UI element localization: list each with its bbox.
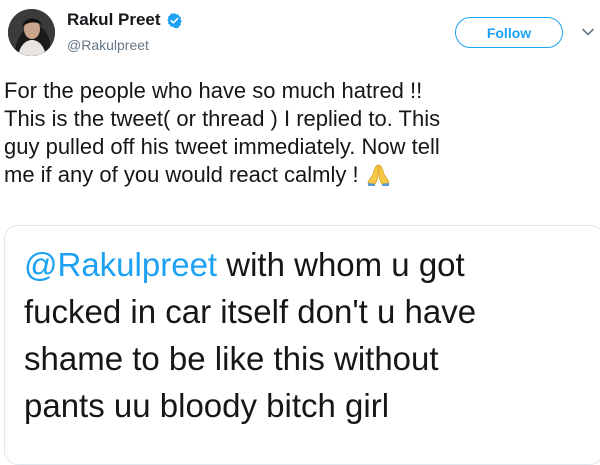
tweet-line: guy pulled off his tweet immediately. No… <box>4 134 440 159</box>
tweet-line: This is the tweet( or thread ) I replied… <box>4 106 441 131</box>
chevron-down-icon[interactable] <box>581 25 595 39</box>
tweet-text: For the people who have so much hatred !… <box>4 77 598 189</box>
tweet-header: Rakul Preet @Rakulpreet Follow <box>0 0 600 66</box>
mention-link: @Rakulpreet <box>24 246 218 283</box>
quote-line: fucked in car itself don't u have <box>24 293 477 330</box>
tweet-line-text: me if any of you would react calmly ! <box>4 162 359 187</box>
folded-hands-icon <box>365 162 392 186</box>
tweet-line: me if any of you would react calmly ! <box>4 161 598 189</box>
tweet-line: For the people who have so much hatred !… <box>4 78 423 103</box>
quote-line-rest: with whom u got <box>217 246 465 283</box>
verified-badge-icon <box>166 12 183 29</box>
avatar[interactable] <box>8 9 55 56</box>
quote-line: shame to be like this without <box>24 340 439 377</box>
quote-line: pants uu bloody bitch girl <box>24 387 390 424</box>
follow-button[interactable]: Follow <box>455 17 563 48</box>
user-handle[interactable]: @Rakulpreet <box>67 37 149 53</box>
display-name[interactable]: Rakul Preet <box>67 10 161 30</box>
avatar-photo <box>8 9 55 56</box>
name-row: Rakul Preet <box>67 10 183 30</box>
quoted-screenshot-text: @Rakulpreet with whom u got fucked in ca… <box>24 241 584 429</box>
quote-line: @Rakulpreet with whom u got <box>24 241 584 288</box>
